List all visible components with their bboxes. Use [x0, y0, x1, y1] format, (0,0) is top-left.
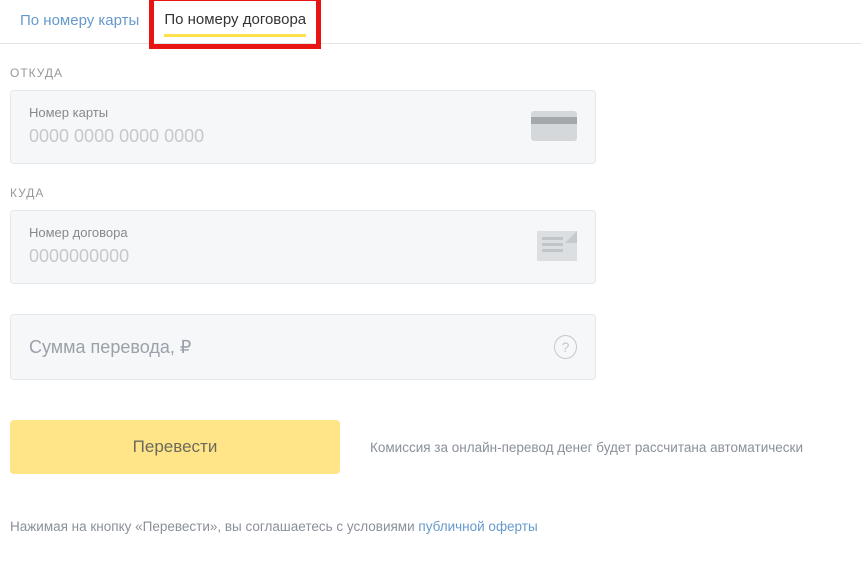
to-contract-number-input[interactable] — [29, 246, 537, 267]
from-card-label: Номер карты — [29, 105, 531, 120]
commission-info-text: Комиссия за онлайн-перевод денег будет р… — [370, 440, 852, 455]
from-section-label: ОТКУДА — [10, 66, 862, 80]
from-card-input-container: Номер карты — [10, 90, 596, 164]
tabs-bar: По номеру карты По номеру договора — [0, 0, 862, 44]
public-offer-link[interactable]: публичной оферты — [418, 519, 537, 534]
tab-by-card-number[interactable]: По номеру карты — [10, 0, 149, 43]
credit-card-icon — [531, 111, 577, 141]
to-contract-label: Номер договора — [29, 225, 537, 240]
tab-by-contract-number[interactable]: По номеру договора — [164, 5, 306, 37]
transfer-button[interactable]: Перевести — [10, 420, 340, 474]
from-card-number-input[interactable] — [29, 126, 531, 147]
transfer-amount-input[interactable] — [29, 337, 554, 358]
document-icon — [537, 231, 577, 261]
amount-input-container: ? — [10, 314, 596, 380]
disclaimer-text: Нажимая на кнопку «Перевести», вы соглаш… — [10, 519, 852, 534]
help-icon[interactable]: ? — [554, 335, 577, 359]
disclaimer-prefix: Нажимая на кнопку «Перевести», вы соглаш… — [10, 519, 418, 534]
tab-by-contract-number-highlight: По номеру договора — [149, 0, 321, 49]
action-row: Перевести Комиссия за онлайн-перевод ден… — [10, 420, 852, 474]
to-section-label: КУДА — [10, 186, 862, 200]
to-contract-input-container: Номер договора — [10, 210, 596, 284]
